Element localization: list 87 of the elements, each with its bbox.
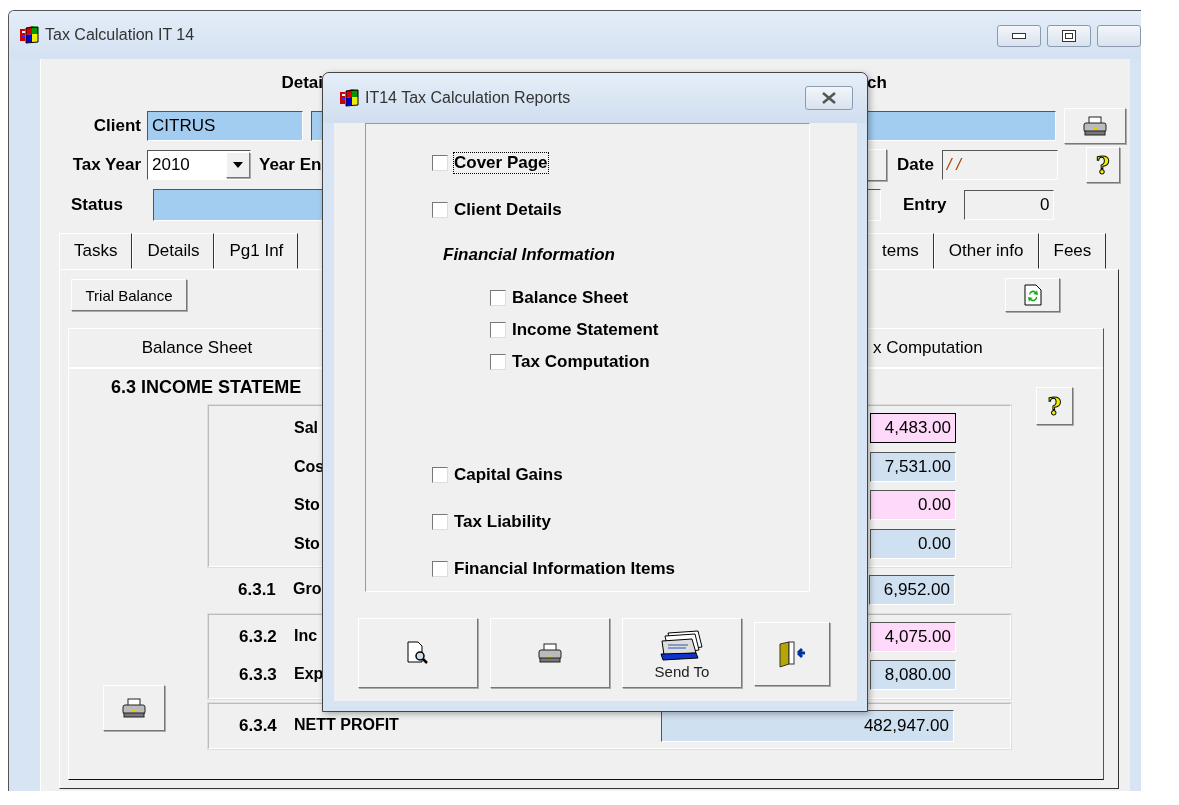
amount-field[interactable]: 4,483.00 [870, 413, 956, 444]
preview-button[interactable] [358, 618, 478, 688]
row-label: Sto [294, 534, 320, 553]
checkbox-label[interactable]: Tax Liability [454, 512, 551, 532]
checkbox-label[interactable]: Cover Page [454, 153, 548, 173]
checkbox-label[interactable]: Tax Computation [512, 352, 650, 372]
row-number: 6.3.4 [239, 715, 278, 736]
amount-field[interactable]: 4,075.00 [870, 621, 956, 652]
section-heading: Detai [281, 73, 323, 93]
send-to-button[interactable]: Send To [622, 618, 742, 688]
checkbox[interactable] [432, 514, 448, 530]
tab[interactable]: Pg1 Inf [214, 233, 299, 269]
row-number: 6.3.1 [238, 580, 277, 601]
dialog-title: IT14 Tax Calculation Reports [365, 89, 571, 107]
refresh-button[interactable] [1005, 278, 1060, 312]
print-button[interactable] [490, 618, 610, 688]
exit-button[interactable] [754, 622, 830, 686]
printer-icon [1082, 116, 1108, 136]
field-label: Tax Year [71, 155, 141, 175]
checkbox-label[interactable]: Income Statement [512, 320, 659, 340]
amount-field[interactable]: 482,947.00 [661, 709, 954, 742]
row-number: 6.3.2 [239, 626, 278, 647]
app-icon [19, 25, 39, 45]
field-label: Year En [259, 155, 322, 175]
maximize-button[interactable] [1047, 25, 1091, 47]
door-exit-icon [777, 640, 807, 668]
trial-balance-button[interactable]: Trial Balance [71, 279, 187, 311]
checkbox[interactable] [432, 202, 448, 218]
client-name-field[interactable] [867, 111, 1056, 141]
client-name-field[interactable] [311, 111, 323, 141]
client-field[interactable]: CITRUS [147, 111, 303, 141]
status-field[interactable] [153, 189, 323, 221]
amount-field[interactable]: 6,952.00 [869, 575, 955, 606]
close-button[interactable] [805, 86, 853, 110]
printer-icon [537, 643, 563, 663]
close-icon [821, 92, 837, 104]
row-label: Exp [294, 665, 324, 685]
refresh-document-icon [1023, 284, 1042, 306]
tab[interactable]: Tasks [59, 233, 133, 269]
date-field[interactable]: / / [941, 150, 1058, 180]
section-heading: ch [867, 73, 887, 93]
checkbox-label[interactable]: Financial Information Items [454, 559, 676, 579]
minimize-icon [1012, 33, 1026, 39]
tax-year-dropdown[interactable]: 2010 [147, 150, 251, 180]
section-heading: 6.3 INCOME STATEME [110, 376, 303, 399]
amount-field[interactable]: 8,080.00 [870, 660, 956, 691]
field-label: Date [897, 155, 934, 175]
amount-field[interactable]: 0.00 [870, 528, 956, 559]
entry-field[interactable]: 0 [964, 190, 1055, 220]
row-number: 6.3.3 [239, 665, 278, 686]
tab[interactable]: tems [867, 233, 934, 269]
amount-field[interactable]: 7,531.00 [870, 451, 956, 482]
row-label: Sal [294, 419, 318, 438]
checkbox-label[interactable]: Balance Sheet [512, 288, 629, 308]
preview-icon [407, 641, 429, 665]
field-label: Status [70, 195, 124, 215]
checkbox[interactable] [490, 354, 506, 370]
app-icon [339, 88, 359, 108]
row-label: Sto [294, 496, 320, 515]
window-title: Tax Calculation IT 14 [45, 26, 195, 44]
checkbox[interactable] [432, 561, 448, 577]
checkbox-label[interactable]: Capital Gains [454, 465, 563, 485]
checkbox[interactable] [490, 322, 506, 338]
tab[interactable]: Balance Sheet [137, 338, 257, 357]
button[interactable] [867, 149, 887, 181]
amount-field[interactable]: 0.00 [870, 490, 956, 521]
field-label: Client [92, 116, 141, 136]
checkbox-label[interactable]: Client Details [454, 200, 562, 220]
tab[interactable]: x Computation [869, 338, 987, 357]
group-heading: Financial Information [442, 245, 616, 265]
minimize-button[interactable] [997, 25, 1041, 47]
field-label: Entry [903, 195, 947, 215]
row-label: Inc [294, 626, 318, 646]
printer-icon [121, 698, 147, 718]
checkbox[interactable] [432, 155, 448, 171]
tab[interactable]: Details [132, 233, 215, 269]
row-label: Cos [294, 457, 325, 476]
maximize-icon [1062, 30, 1076, 42]
dropdown-caret-icon [233, 162, 243, 168]
print-button[interactable] [103, 685, 165, 731]
tab[interactable]: Fees [1038, 233, 1107, 269]
row-label: Gro [293, 580, 322, 600]
checkbox[interactable] [490, 290, 506, 306]
print-button[interactable] [1064, 108, 1126, 144]
row-label: NETT PROFIT [294, 715, 399, 735]
tab[interactable]: Other info [933, 233, 1039, 269]
checkbox[interactable] [432, 467, 448, 483]
